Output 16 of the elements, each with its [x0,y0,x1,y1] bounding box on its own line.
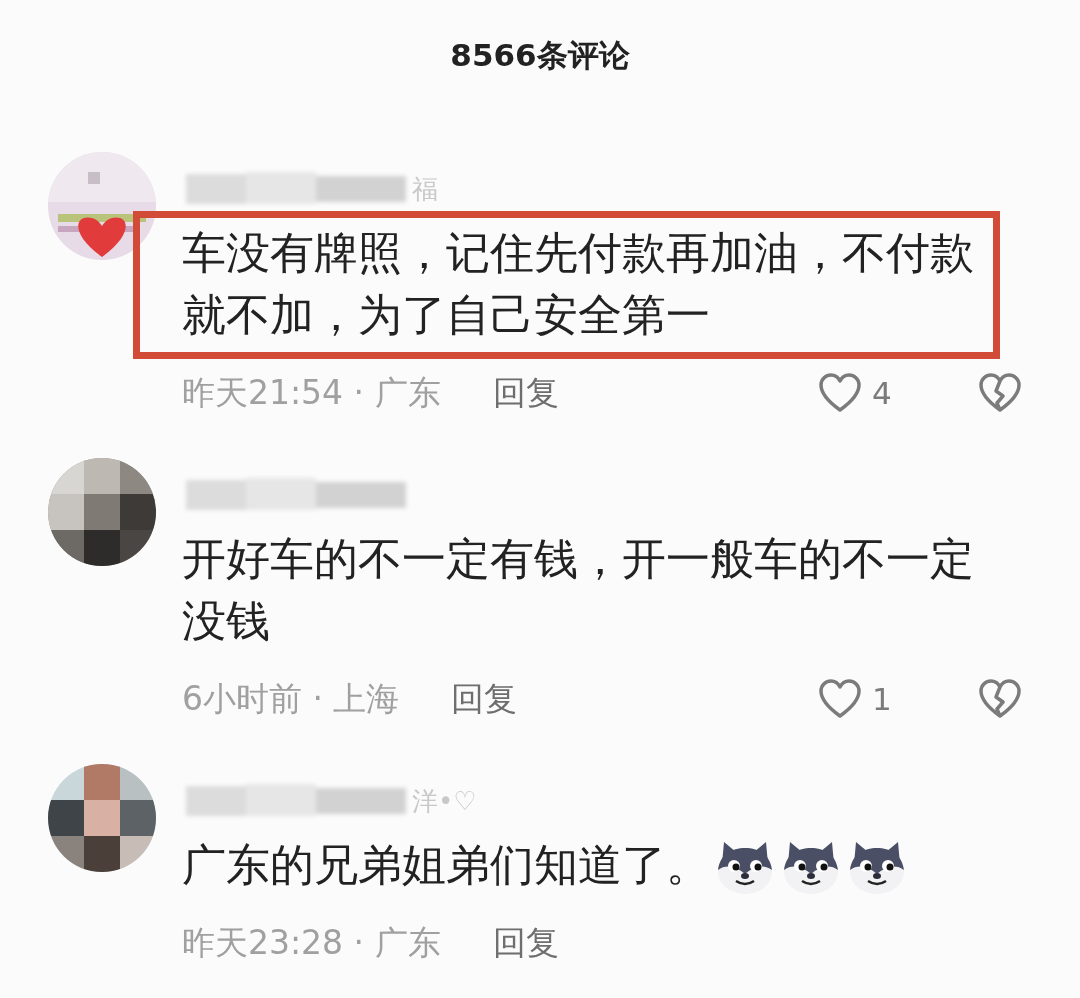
comments-title: 8566条评论 [450,36,630,75]
broken-heart-icon[interactable] [978,372,1022,414]
heart-icon[interactable] [818,372,862,414]
comment-text: 广东的兄弟姐弟们知道了。 [182,838,710,892]
heart-icon[interactable] [818,678,862,720]
comment-text: 车没有牌照，记住先付款再加油，不付款就不加，为了自己安全第一 [182,226,975,342]
reply-link[interactable]: 回复 [451,676,518,722]
reply-link[interactable]: 回复 [492,370,559,416]
comment-time: 6小时前 · 上海 [182,677,400,720]
broken-heart-icon[interactable] [978,678,1022,720]
comment-text: 开好车的不一定有钱，开一般车的不一定没钱 [182,532,975,648]
comment-time: 昨天21:54 · 广东 [182,371,441,414]
comment-time: 昨天23:28 · 广东 [182,921,441,964]
like-count: 4 [872,375,893,411]
like-count: 1 [872,681,893,717]
reply-link[interactable]: 回复 [492,920,559,966]
